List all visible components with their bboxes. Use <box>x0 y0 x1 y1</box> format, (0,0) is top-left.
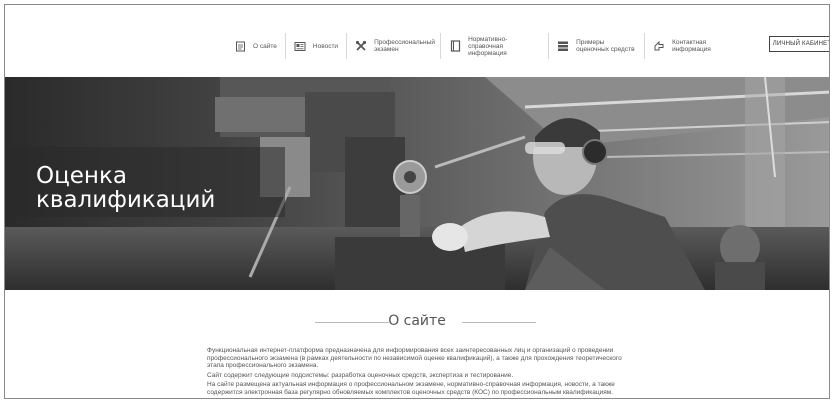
document-icon <box>234 40 246 52</box>
book-icon <box>449 40 461 52</box>
hero-title-line-2: квалификаций <box>36 187 216 213</box>
contact-icon <box>653 40 665 52</box>
nav-item-samples[interactable]: Примеры оценочных средств <box>549 33 646 59</box>
about-section: О сайте Функциональная интернет-платформ… <box>5 290 829 398</box>
about-paragraph-3: На сайте размещена актуальная информация… <box>207 381 615 396</box>
heading-divider-right <box>462 322 536 323</box>
newspaper-icon <box>294 40 306 52</box>
page-frame: О сайте Новости Профессиональный экзамен… <box>4 4 830 399</box>
hero-banner: Оценка квалификаций <box>5 77 829 290</box>
main-nav: О сайте Новости Профессиональный экзамен… <box>226 33 728 59</box>
nav-item-about[interactable]: О сайте <box>226 33 286 59</box>
nav-item-regulatory[interactable]: Нормативно-справочная информация <box>441 33 550 59</box>
hero-title: Оценка квалификаций <box>36 164 296 212</box>
nav-label-news: Новости <box>312 42 339 50</box>
site-header: О сайте Новости Профессиональный экзамен… <box>5 5 829 77</box>
stack-icon <box>557 40 569 52</box>
hero-title-line-1: Оценка <box>36 163 127 189</box>
nav-item-news[interactable]: Новости <box>286 33 348 59</box>
tools-icon <box>355 40 367 52</box>
about-text: Функциональная интернет-платформа предна… <box>207 347 632 398</box>
nav-item-contacts[interactable]: Контактная информация <box>645 33 728 59</box>
nav-label-exam: Профессиональный экзамен <box>374 39 435 53</box>
about-paragraph-1: Функциональная интернет-платформа предна… <box>207 347 622 370</box>
nav-label-regulatory: Нормативно-справочная информация <box>468 35 508 57</box>
personal-cabinet-button[interactable]: ЛИЧНЫЙ КАБИНЕТ <box>769 36 829 52</box>
nav-label-samples: Примеры оценочных средств <box>576 39 635 53</box>
nav-label-about: О сайте <box>253 42 277 50</box>
nav-item-exam[interactable]: Профессиональный экзамен <box>347 33 442 59</box>
nav-label-contacts: Контактная информация <box>672 39 711 53</box>
about-heading: О сайте <box>388 313 446 329</box>
about-paragraph-2: Сайт содержит следующие подсистемы: разр… <box>207 371 514 379</box>
